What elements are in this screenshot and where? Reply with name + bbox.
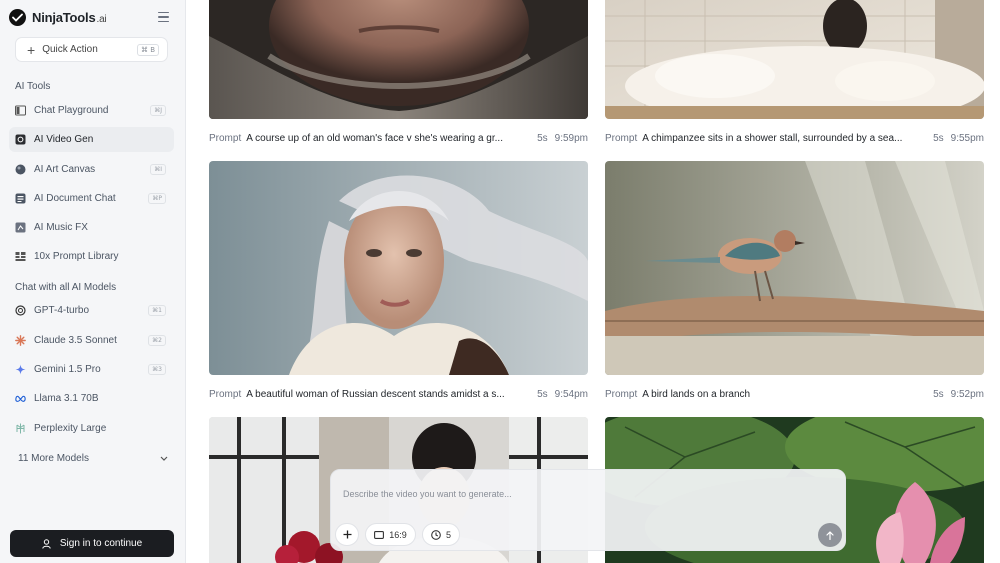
sidebar-item-ai-art-canvas[interactable]: AI Art Canvas ⌘I	[9, 157, 174, 182]
video-caption: Prompt A course up of an old woman's fac…	[209, 132, 588, 144]
quick-action-button[interactable]: + Quick Action ⌘ B	[15, 37, 168, 62]
sidebar-item-llama-3-1-70b[interactable]: Llama 3.1 70B	[9, 386, 174, 411]
video-timestamp: 9:59pm	[554, 132, 588, 144]
section-title-chat-models: Chat with all AI Models	[15, 282, 117, 293]
video-duration: 5s	[933, 132, 944, 144]
video-timestamp: 9:52pm	[950, 388, 984, 400]
video-icon	[15, 134, 26, 145]
video-caption: Prompt A chimpanzee sits in a shower sta…	[605, 132, 984, 144]
video-prompt-text: A course up of an old woman's face v she…	[246, 132, 503, 144]
video-prompt-text: A chimpanzee sits in a shower stall, sur…	[642, 132, 903, 144]
sidebar-item-gpt-4-turbo[interactable]: GPT-4-turbo ⌘1	[9, 298, 174, 323]
gemini-icon	[15, 364, 26, 375]
more-models-toggle[interactable]: 11 More Models	[18, 451, 168, 465]
user-icon	[42, 538, 51, 549]
video-duration: 5s	[537, 132, 548, 144]
video-duration: 5s	[537, 388, 548, 400]
chevron-down-icon	[160, 456, 168, 461]
sidebar-item-gemini-1-5-pro[interactable]: Gemini 1.5 Pro ⌘3	[9, 357, 174, 382]
video-thumbnail-silver-hair-woman[interactable]	[209, 161, 588, 375]
claude-icon	[15, 335, 26, 346]
send-button[interactable]	[818, 523, 842, 547]
video-thumbnail-chimpanzee[interactable]	[605, 0, 984, 119]
video-prompt-text: A bird lands on a branch	[642, 388, 751, 400]
aspect-ratio-icon	[374, 530, 385, 539]
openai-icon	[15, 305, 26, 316]
sidebar-item-prompt-library[interactable]: 10x Prompt Library	[9, 244, 174, 269]
ninja-logo-icon	[9, 8, 26, 26]
document-icon	[15, 193, 26, 204]
sign-in-button[interactable]: Sign in to continue	[10, 530, 174, 557]
perplexity-icon	[15, 423, 26, 434]
book-icon	[15, 105, 26, 116]
video-timestamp: 9:54pm	[554, 388, 588, 400]
sidebar-item-chat-playground[interactable]: Chat Playground ⌘J	[9, 98, 174, 123]
section-title-ai-tools: AI Tools	[15, 81, 51, 92]
video-caption: Prompt A bird lands on a branch 5s 9:52p…	[605, 388, 984, 400]
palette-icon	[15, 164, 26, 175]
video-thumbnail-old-woman[interactable]	[209, 0, 588, 119]
clock-icon	[431, 529, 441, 540]
duration-button[interactable]: 5	[422, 523, 460, 546]
sidebar-item-claude-3-5-sonnet[interactable]: Claude 3.5 Sonnet ⌘2	[9, 328, 174, 353]
add-attachment-button[interactable]	[335, 523, 359, 546]
video-prompt-composer: 16:9 5	[330, 469, 846, 551]
quick-action-label: Quick Action	[42, 44, 98, 55]
sidebar-toggle-icon[interactable]	[158, 12, 169, 22]
plus-icon	[343, 530, 351, 539]
video-thumbnail-bird[interactable]	[605, 161, 984, 375]
quick-action-shortcut: ⌘ B	[136, 43, 159, 56]
video-duration: 5s	[933, 388, 944, 400]
music-icon	[15, 222, 26, 233]
video-prompt-input[interactable]	[343, 487, 823, 501]
sidebar-item-ai-video-gen[interactable]: AI Video Gen	[9, 127, 174, 152]
plus-icon: +	[27, 41, 36, 58]
video-prompt-text: A beautiful woman of Russian descent sta…	[246, 388, 505, 400]
brand-name: NinjaTools.ai	[32, 9, 107, 25]
sidebar-item-ai-document-chat[interactable]: AI Document Chat ⌘P	[9, 186, 174, 211]
sidebar-item-perplexity-large[interactable]: Perplexity Large	[9, 416, 174, 441]
sidebar-item-ai-music-fx[interactable]: AI Music FX	[9, 215, 174, 240]
video-timestamp: 9:55pm	[950, 132, 984, 144]
library-icon	[15, 251, 26, 262]
sidebar: NinjaTools.ai + Quick Action ⌘ B AI Tool…	[0, 0, 186, 563]
video-caption: Prompt A beautiful woman of Russian desc…	[209, 388, 588, 400]
brand[interactable]: NinjaTools.ai	[9, 8, 107, 26]
aspect-ratio-button[interactable]: 16:9	[365, 523, 416, 546]
arrow-up-icon	[826, 530, 834, 540]
meta-icon	[15, 393, 26, 404]
